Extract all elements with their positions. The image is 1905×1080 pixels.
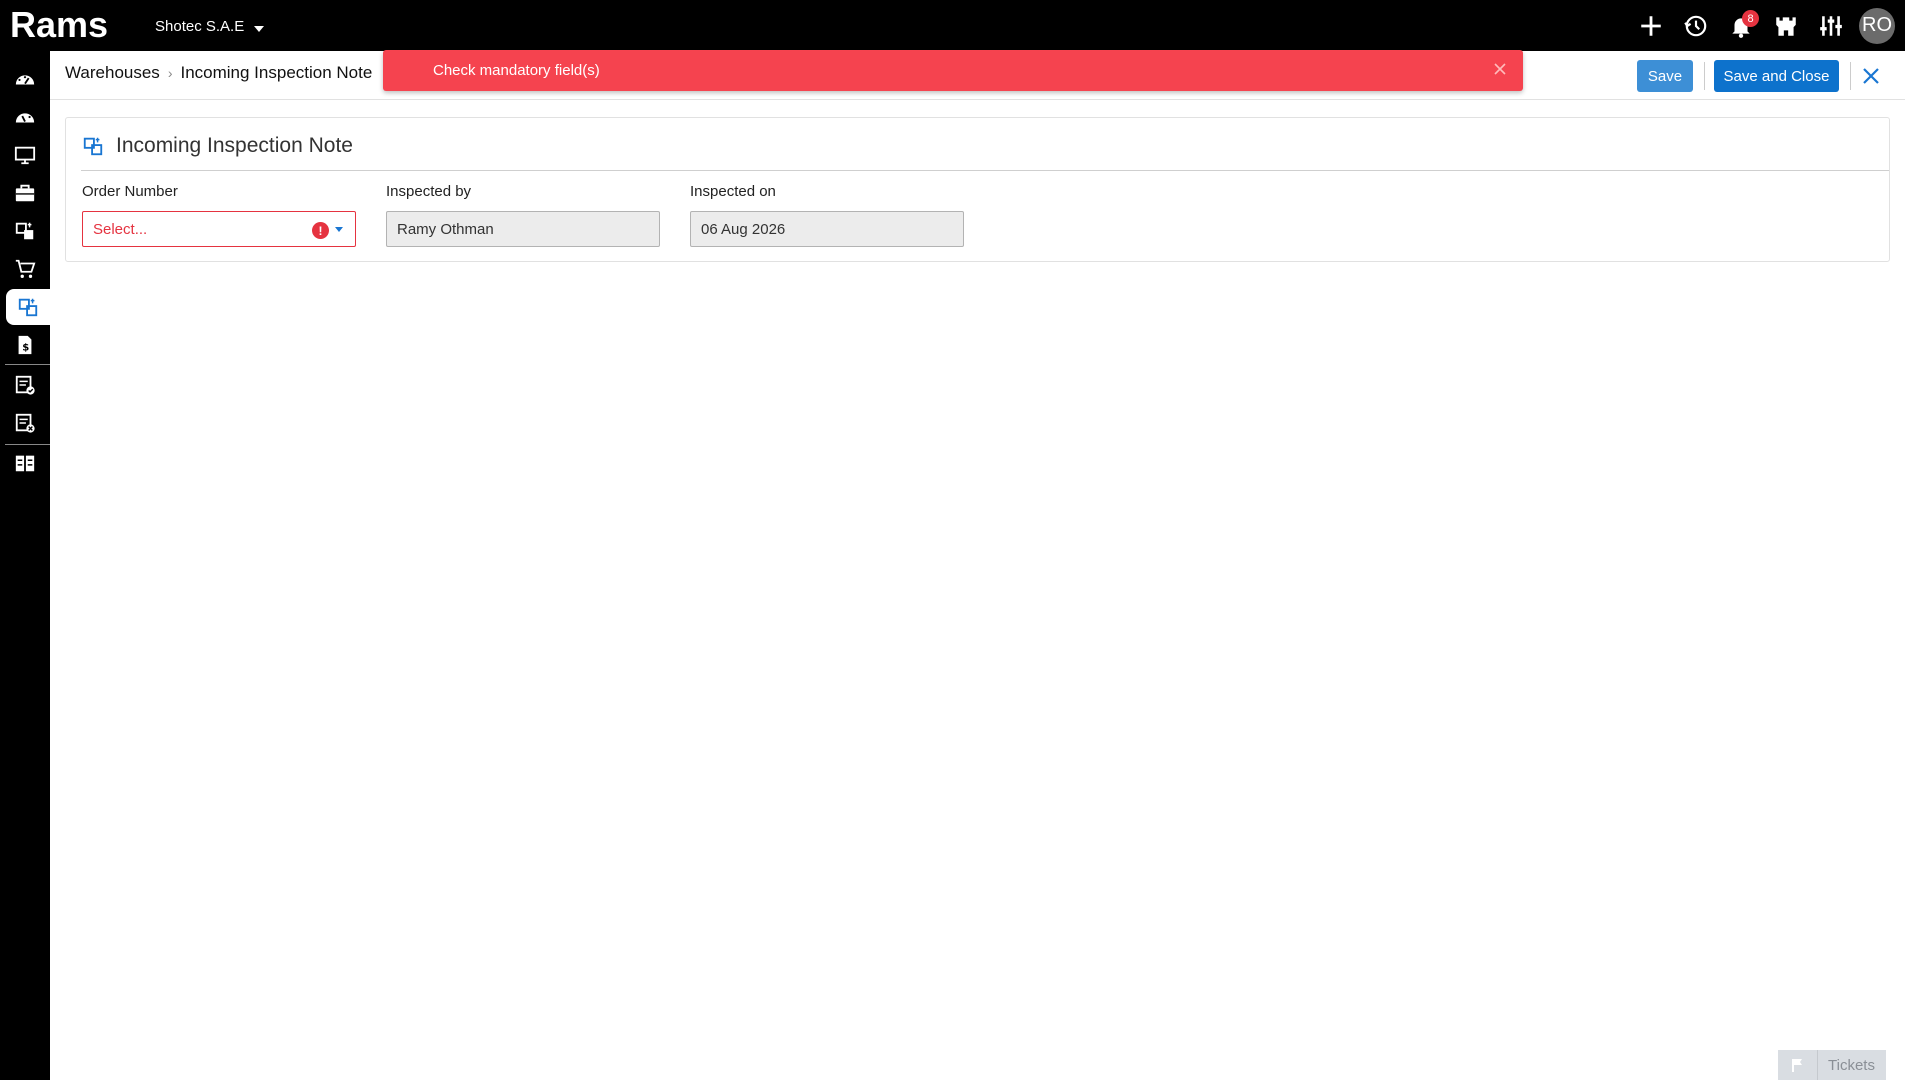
approved-doc-icon (15, 375, 35, 395)
castle-icon (1775, 16, 1796, 36)
sidebar-item-monitor[interactable] (0, 137, 50, 173)
flag-icon (1791, 1059, 1802, 1072)
company-selector[interactable]: Shotec S.A.E (155, 18, 265, 35)
sidebar-item-briefcase[interactable] (0, 175, 50, 211)
add-button[interactable] (1628, 0, 1673, 51)
sidebar-item-approved[interactable] (0, 367, 50, 403)
form-title-divider (81, 170, 1889, 171)
sidebar-item-invoice[interactable]: $ (0, 327, 50, 363)
branches-button[interactable] (1763, 0, 1808, 51)
user-avatar[interactable]: RO (1859, 7, 1895, 44)
inspected-by-label: Inspected by (386, 183, 472, 200)
dashboard-2-icon (15, 113, 35, 123)
tickets-widget[interactable]: Tickets (1778, 1050, 1886, 1080)
header-divider (50, 99, 1905, 100)
company-name: Shotec S.A.E (155, 18, 245, 35)
sidebar-item-layout[interactable] (0, 445, 50, 481)
shopping-cart-icon (15, 259, 36, 278)
toast-message: Check mandatory field(s) (433, 62, 600, 79)
top-bar: Rams Shotec S.A.E 8 RO (0, 0, 1905, 51)
error-icon: ! (312, 222, 329, 239)
invoice-icon: $ (18, 335, 32, 355)
svg-text:$: $ (22, 343, 29, 354)
order-number-select[interactable]: Select... ! (82, 211, 356, 247)
breadcrumb: Warehouses › Incoming Inspection Note (65, 63, 372, 83)
sidebar-separator (5, 364, 50, 365)
sidebar-item-dashboard-2[interactable] (0, 99, 50, 135)
settings-button[interactable] (1808, 0, 1853, 51)
save-button[interactable]: Save (1637, 60, 1693, 92)
form-title: Incoming Inspection Note (82, 134, 353, 158)
inspection-icon (83, 137, 103, 156)
inspection-icon (18, 298, 38, 317)
sidebar-item-warehouse[interactable] (0, 213, 50, 249)
flag-icon-wrapper (1778, 1050, 1818, 1080)
breadcrumb-current: Incoming Inspection Note (180, 63, 373, 82)
form-card: Incoming Inspection Note Order Number Se… (65, 117, 1890, 262)
order-number-placeholder: Select... (93, 220, 148, 238)
warehouse-icon (15, 222, 34, 240)
sidebar-item-rejected[interactable] (0, 405, 50, 441)
tickets-label: Tickets (1828, 1056, 1875, 1074)
error-toast: Check mandatory field(s) (383, 50, 1523, 91)
close-icon[interactable] (1858, 63, 1884, 89)
sliders-icon (1819, 15, 1842, 36)
svg-text:Rams: Rams (10, 4, 108, 45)
rams-logo[interactable]: Rams (10, 4, 132, 46)
dashboard-icon (15, 75, 35, 85)
chevron-down-icon (254, 25, 265, 32)
order-number-label: Order Number (82, 183, 178, 200)
sidebar-item-inspection[interactable] (6, 289, 50, 325)
chevron-right-icon: › (167, 65, 173, 81)
form-title-text: Incoming Inspection Note (116, 134, 353, 157)
sidebar-item-cart[interactable] (0, 251, 50, 287)
notification-badge: 8 (1742, 10, 1759, 27)
chevron-down-icon (335, 227, 343, 232)
history-button[interactable] (1673, 0, 1718, 51)
briefcase-icon (15, 184, 35, 202)
breadcrumb-warehouses[interactable]: Warehouses (65, 63, 160, 83)
sidebar-item-dashboard[interactable] (0, 61, 50, 97)
plus-icon (1640, 15, 1661, 36)
layout-icon (15, 455, 35, 472)
notifications-button[interactable]: 8 (1718, 0, 1763, 51)
monitor-icon (14, 146, 36, 165)
inspected-by-field: Ramy Othman (386, 211, 660, 247)
close-icon[interactable] (1491, 60, 1509, 78)
toolbar-divider (1704, 62, 1705, 90)
sidebar: $ (0, 51, 50, 1080)
history-icon (1683, 15, 1706, 36)
save-and-close-button[interactable]: Save and Close (1714, 60, 1839, 92)
rejected-doc-icon (15, 413, 35, 433)
inspected-on-label: Inspected on (690, 183, 776, 200)
toolbar-divider (1850, 62, 1851, 90)
inspected-on-field: 06 Aug 2026 (690, 211, 964, 247)
